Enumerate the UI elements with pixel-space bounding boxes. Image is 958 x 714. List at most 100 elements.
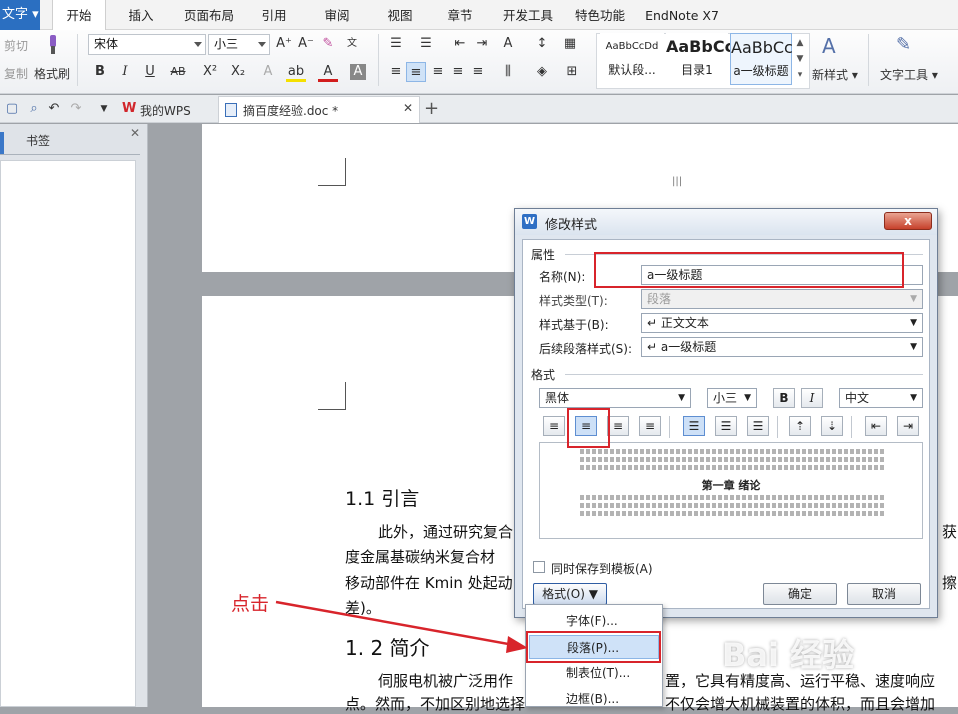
highlight-icon[interactable]: ab — [286, 62, 306, 82]
tab-my-wps[interactable]: 我的WPS — [140, 102, 191, 119]
subscript-icon[interactable]: X₂ — [228, 62, 248, 82]
align-center-icon[interactable]: ≡ — [406, 62, 426, 82]
style-type-select[interactable]: 段落 ▼ — [641, 289, 923, 309]
tab-document[interactable]: 摘百度经验.doc * ✕ — [218, 96, 420, 123]
align-right-icon[interactable]: ≡ — [428, 62, 448, 82]
styles-scroll[interactable]: ▲ ▼ ▾ — [794, 35, 806, 85]
style-toc1[interactable]: AaBbCc 目录1 — [666, 33, 734, 85]
shading-icon[interactable]: ◈ — [532, 62, 552, 82]
justify-icon[interactable]: ≡ — [448, 62, 468, 82]
style-type-label: 样式类型(T): — [539, 294, 608, 308]
undo-icon[interactable]: ↶ — [44, 99, 64, 119]
tab-features[interactable]: 特色功能 — [572, 0, 628, 30]
numbered-list-icon[interactable]: ☰ — [416, 34, 436, 54]
dialog-lang-select[interactable]: 中文 ▼ — [839, 388, 923, 408]
cancel-button[interactable]: 取消 — [847, 583, 921, 605]
app-menu-button[interactable]: 文字 ▾ — [0, 0, 40, 30]
divider — [77, 34, 78, 86]
table-grid-icon[interactable]: ▦ — [560, 34, 580, 54]
close-tab-icon[interactable]: ✕ — [403, 101, 413, 115]
dialog-justify-icon[interactable]: ≡ — [639, 416, 661, 436]
next-style-select[interactable]: ↵ a一级标题 ▼ — [641, 337, 923, 357]
menu-item-borders[interactable]: 边框(B)... — [529, 687, 659, 711]
menu-item-tabs[interactable]: 制表位(T)... — [529, 661, 659, 685]
tab-references[interactable]: 引用 — [254, 0, 294, 30]
char-shading-icon[interactable]: A — [350, 64, 366, 80]
dialog-decrease-indent-icon[interactable]: ⇤ — [865, 416, 887, 436]
new-doc-icon[interactable]: ▢ — [2, 99, 22, 119]
phonetic-icon[interactable]: 文 — [342, 34, 362, 54]
borders-icon[interactable]: ⊞ — [562, 62, 582, 82]
divider — [565, 374, 923, 375]
font-color-icon[interactable]: A — [318, 62, 338, 82]
increase-indent-icon[interactable]: ⇥ — [472, 34, 492, 54]
font-name-select[interactable]: 宋体 — [88, 34, 206, 55]
strikethrough-icon[interactable]: AB — [168, 62, 188, 82]
dialog-titlebar: W 修改样式 x — [515, 209, 937, 235]
bookmark-tab[interactable]: 书签 — [26, 132, 50, 149]
line-spacing-icon[interactable]: ↕ — [532, 34, 552, 54]
tab-review[interactable]: 审阅 — [317, 0, 357, 30]
tab-view[interactable]: 视图 — [380, 0, 420, 30]
cut-button[interactable]: 剪切 — [4, 37, 28, 54]
menu-item-font[interactable]: 字体(F)... — [529, 609, 659, 633]
paragraph-line: 点。然而，不加区别地选择 — [345, 695, 526, 713]
quick-access-dropdown-icon[interactable]: ▼ — [94, 99, 114, 119]
dialog-size-select[interactable]: 小三 ▼ — [707, 388, 757, 408]
tab-home[interactable]: 开始 — [52, 0, 106, 31]
print-preview-icon[interactable]: ⌕ — [24, 99, 44, 119]
tab-developer[interactable]: 开发工具 — [500, 0, 556, 30]
italic-icon[interactable]: I — [115, 62, 135, 82]
tab-insert[interactable]: 插入 — [118, 0, 164, 30]
dialog-italic-button[interactable]: I — [801, 388, 823, 408]
grow-font-icon[interactable]: A⁺ — [274, 34, 294, 54]
dialog-bold-button[interactable]: B — [773, 388, 795, 408]
menu-bar: 文字 ▾ 开始 插入 页面布局 引用 审阅 视图 章节 开发工具 特色功能 En… — [0, 0, 958, 31]
dialog-increase-indent-icon[interactable]: ⇥ — [897, 416, 919, 436]
wps-app-icon: W — [522, 214, 537, 229]
columns-icon[interactable]: ⫼ — [498, 62, 518, 82]
copy-button[interactable]: 复制 — [4, 65, 28, 82]
dialog-close-button[interactable]: x — [884, 212, 932, 230]
superscript-icon[interactable]: X² — [200, 62, 220, 82]
close-panel-icon[interactable]: ✕ — [130, 126, 140, 140]
ok-button[interactable]: 确定 — [763, 583, 837, 605]
doc-tab-label: 摘百度经验.doc * — [243, 104, 339, 118]
bullet-list-icon[interactable]: ☰ — [386, 34, 406, 54]
text-effect-icon[interactable]: A — [258, 62, 278, 82]
new-tab-icon[interactable]: + — [424, 98, 439, 119]
dialog-1-5-spacing-icon[interactable]: ☰ — [715, 416, 737, 436]
shrink-font-icon[interactable]: A⁻ — [296, 34, 316, 54]
dialog-align-left-icon[interactable]: ≡ — [543, 416, 565, 436]
new-style-button[interactable]: 新样式 ▾ — [812, 66, 858, 83]
divider — [378, 34, 379, 86]
tab-endnote[interactable]: EndNote X7 — [644, 0, 720, 30]
save-to-template-checkbox[interactable] — [533, 561, 545, 573]
decrease-indent-icon[interactable]: ⇤ — [450, 34, 470, 54]
tab-page-layout[interactable]: 页面布局 — [178, 0, 240, 30]
style-heading-1[interactable]: AaBbCc a一级标题 — [730, 33, 793, 85]
navigation-panel: 书签 ✕ — [0, 124, 148, 707]
dialog-double-spacing-icon[interactable]: ☰ — [747, 416, 769, 436]
tab-chapter[interactable]: 章节 — [440, 0, 480, 30]
paragraph-line: 擦 — [942, 574, 958, 592]
format-dropdown-button[interactable]: 格式(O) ▼ — [533, 583, 607, 605]
dialog-space-before-icon[interactable]: ⇡ — [789, 416, 811, 436]
based-on-select[interactable]: ↵ 正文文本 ▼ — [641, 313, 923, 333]
style-default[interactable]: AaBbCcDd 默认段... — [600, 33, 664, 85]
clear-format-icon[interactable]: ✎ — [318, 34, 338, 54]
dialog-align-right-icon[interactable]: ≡ — [607, 416, 629, 436]
text-direction-icon[interactable]: A — [498, 34, 518, 54]
dialog-single-spacing-icon[interactable]: ☰ — [683, 416, 705, 436]
align-left-icon[interactable]: ≡ — [386, 62, 406, 82]
distribute-icon[interactable]: ≡ — [468, 62, 488, 82]
font-size-select[interactable]: 小三 — [208, 34, 270, 55]
preview-line — [580, 457, 886, 462]
dialog-space-after-icon[interactable]: ⇣ — [821, 416, 843, 436]
text-tools-button[interactable]: 文字工具 ▾ — [880, 66, 938, 83]
format-painter-button[interactable]: 格式刷 — [34, 65, 70, 82]
underline-icon[interactable]: U — [140, 62, 160, 82]
redo-icon[interactable]: ↷ — [66, 99, 86, 119]
bold-icon[interactable]: B — [90, 62, 110, 82]
dialog-font-select[interactable]: 黑体 ▼ — [539, 388, 691, 408]
